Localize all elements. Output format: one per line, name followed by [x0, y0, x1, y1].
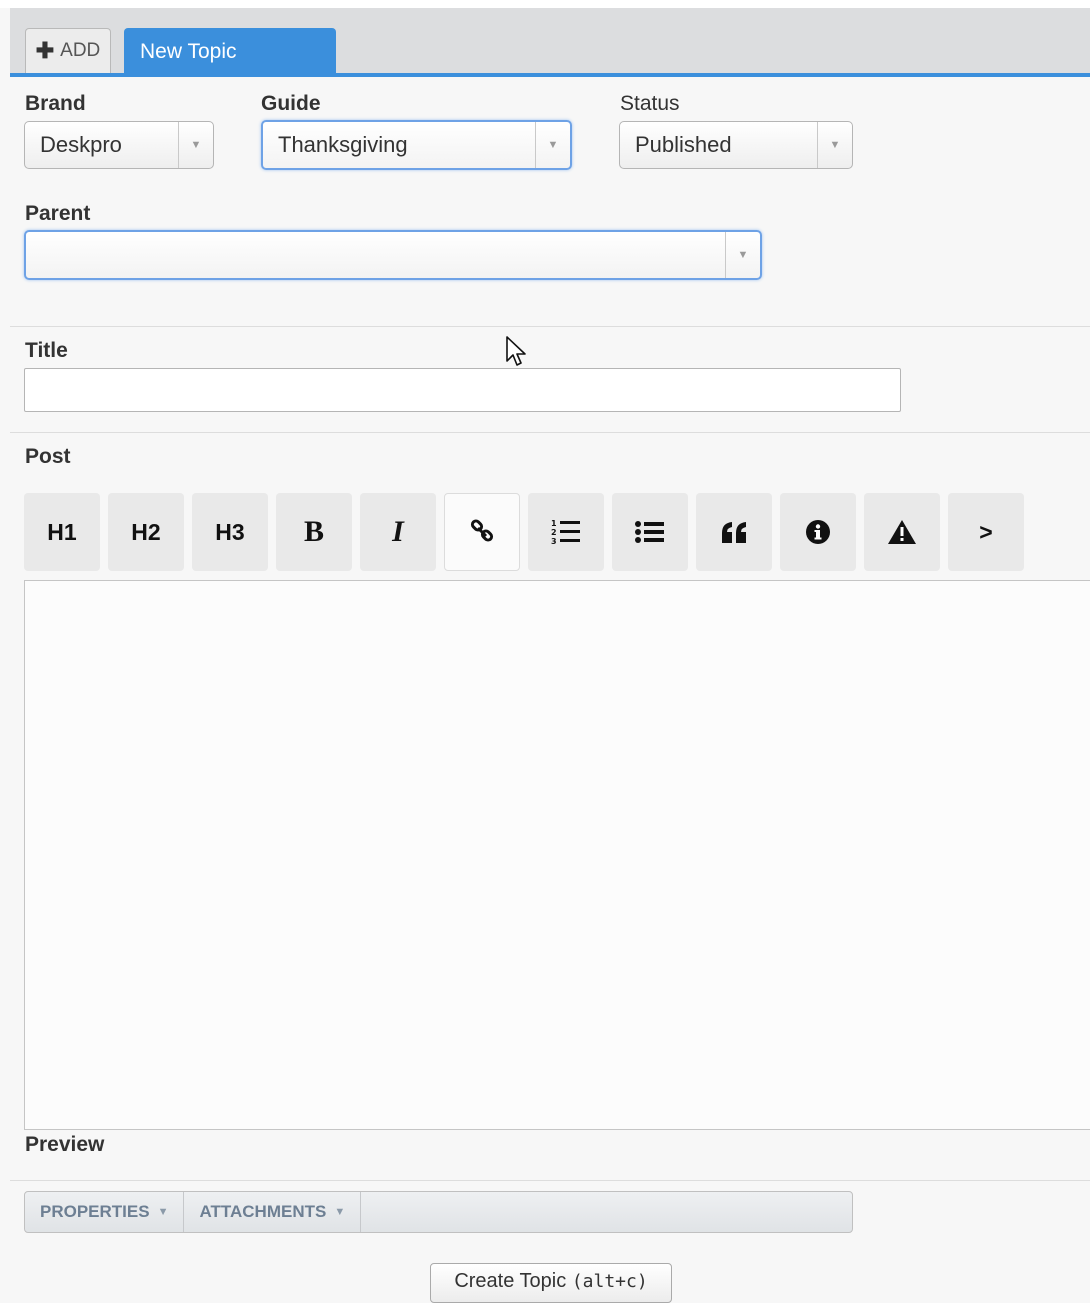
add-tab-button[interactable]: ✚ ADD: [25, 28, 111, 73]
unordered-list-icon: [635, 520, 665, 544]
more-button[interactable]: >: [948, 493, 1024, 571]
top-strip: [0, 0, 1090, 8]
preview-label: Preview: [25, 1133, 105, 1156]
h2-label: H2: [131, 518, 161, 545]
link-icon: [469, 519, 495, 545]
create-topic-label: Create Topic: [454, 1270, 567, 1292]
create-topic-button[interactable]: Create Topic (alt+c): [430, 1263, 672, 1303]
h2-button[interactable]: H2: [108, 493, 184, 571]
info-icon: [805, 519, 831, 545]
bold-button[interactable]: B: [276, 493, 352, 571]
guide-select[interactable]: Thanksgiving ▼: [261, 120, 572, 170]
chevron-down-icon: ▼: [817, 122, 852, 168]
svg-text:2: 2: [551, 528, 557, 537]
title-label: Title: [25, 339, 68, 362]
properties-bar: PROPERTIES ▼ ATTACHMENTS ▼: [24, 1191, 853, 1233]
brand-value: Deskpro: [40, 132, 122, 157]
mouse-pointer-icon: [506, 336, 528, 375]
tab-label: New Topic: [140, 40, 237, 63]
h1-label: H1: [47, 518, 77, 545]
chevron-down-icon: ▼: [334, 1206, 346, 1218]
h3-label: H3: [215, 518, 245, 545]
properties-dropdown[interactable]: PROPERTIES ▼: [25, 1192, 185, 1232]
divider: [10, 1180, 1090, 1181]
divider: [10, 432, 1090, 433]
chevron-down-icon: ▼: [725, 232, 760, 278]
svg-text:1: 1: [551, 519, 557, 528]
warning-icon: [887, 519, 917, 545]
quote-button[interactable]: [696, 493, 772, 571]
attachments-dropdown[interactable]: ATTACHMENTS ▼: [184, 1192, 362, 1232]
h3-button[interactable]: H3: [192, 493, 268, 571]
more-label: >: [979, 518, 993, 545]
unordered-list-button[interactable]: [612, 493, 688, 571]
ordered-list-button[interactable]: 123: [528, 493, 604, 571]
bold-label: B: [303, 515, 324, 548]
status-value: Published: [635, 132, 732, 157]
link-button[interactable]: [444, 493, 520, 571]
tab-new-topic[interactable]: New Topic: [124, 28, 336, 77]
status-select[interactable]: Published ▼: [619, 121, 853, 169]
brand-select[interactable]: Deskpro ▼: [24, 121, 214, 169]
guide-label: Guide: [261, 92, 321, 115]
italic-button[interactable]: I: [360, 493, 436, 571]
brand-label: Brand: [25, 92, 86, 115]
quote-icon: [720, 521, 748, 543]
h1-button[interactable]: H1: [24, 493, 100, 571]
warning-button[interactable]: [864, 493, 940, 571]
parent-label: Parent: [25, 202, 91, 225]
divider: [10, 326, 1090, 327]
svg-text:3: 3: [551, 537, 557, 546]
status-label: Status: [620, 92, 680, 115]
title-input[interactable]: [24, 368, 901, 412]
properties-label: PROPERTIES: [40, 1202, 150, 1221]
parent-select[interactable]: ▼: [24, 230, 762, 280]
ordered-list-icon: 123: [551, 518, 581, 546]
chevron-down-icon: ▼: [178, 122, 213, 168]
add-label: ADD: [60, 40, 101, 61]
plus-icon: ✚: [35, 38, 55, 63]
shortcut-hint: (alt+c): [571, 1271, 648, 1292]
attachments-label: ATTACHMENTS: [199, 1202, 327, 1221]
chevron-down-icon: ▼: [157, 1206, 169, 1218]
post-editor[interactable]: [24, 580, 1090, 1130]
guide-value: Thanksgiving: [278, 132, 408, 157]
italic-label: I: [392, 515, 404, 548]
chevron-down-icon: ▼: [535, 122, 570, 168]
post-label: Post: [25, 445, 71, 468]
info-button[interactable]: [780, 493, 856, 571]
